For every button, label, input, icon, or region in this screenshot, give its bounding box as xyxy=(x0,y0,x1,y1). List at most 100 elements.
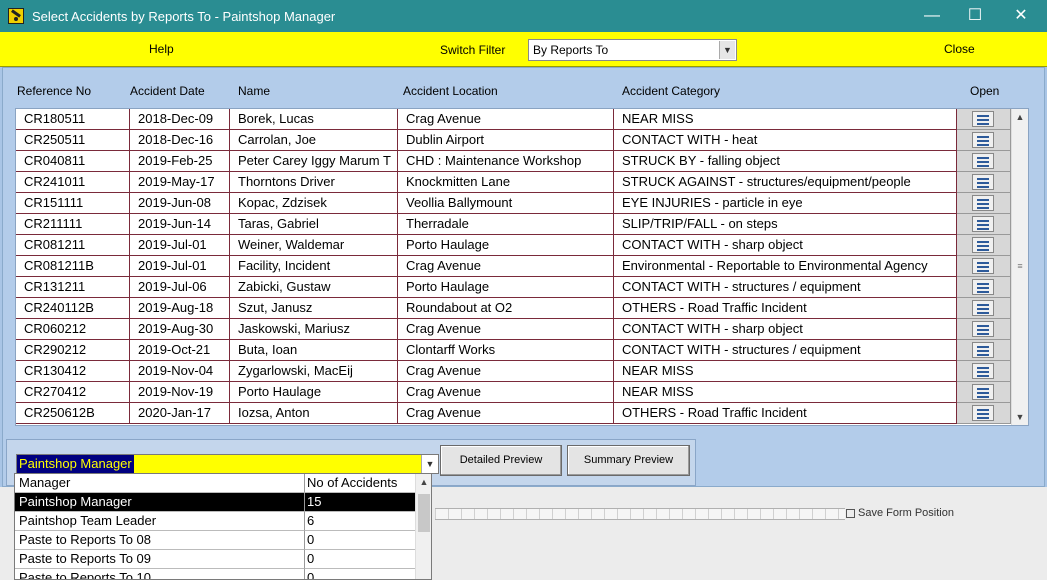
scroll-grip-icon[interactable]: ≡ xyxy=(1015,261,1025,271)
cell-name[interactable]: Zabicki, Gustaw xyxy=(230,277,398,298)
list-item[interactable]: Paste to Reports To 08 0 xyxy=(15,531,415,550)
scroll-thumb[interactable] xyxy=(418,494,430,532)
cell-name[interactable]: Thorntons Driver xyxy=(230,172,398,193)
list-item[interactable]: Paintshop Manager 15 xyxy=(15,493,415,512)
summary-preview-button[interactable]: Summary Preview xyxy=(567,445,690,476)
cell-category[interactable]: CONTACT WITH - structures / equipment xyxy=(614,340,957,361)
cell-ref[interactable]: CR241011 xyxy=(16,172,130,193)
cell-name[interactable]: Weiner, Waldemar xyxy=(230,235,398,256)
cell-category[interactable]: NEAR MISS xyxy=(614,361,957,382)
cell-location[interactable]: Crag Avenue xyxy=(398,319,614,340)
open-record-icon[interactable] xyxy=(972,258,994,274)
cell-ref[interactable]: CR081211B xyxy=(16,256,130,277)
scroll-up-icon[interactable]: ▲ xyxy=(416,474,431,490)
cell-location[interactable]: Knockmitten Lane xyxy=(398,172,614,193)
cell-name[interactable]: Carrolan, Joe xyxy=(230,130,398,151)
cell-category[interactable]: CONTACT WITH - structures / equipment xyxy=(614,277,957,298)
table-row[interactable]: CR180511 2018-Dec-09 Borek, Lucas Crag Aven… xyxy=(16,109,1028,130)
cell-location[interactable]: Crag Avenue xyxy=(398,403,614,424)
close-link[interactable]: Close xyxy=(944,42,975,56)
manager-dropdown-list[interactable]: Manager No of Accidents Paintshop Manage… xyxy=(14,473,432,580)
cell-ref[interactable]: CR060212 xyxy=(16,319,130,340)
cell-date[interactable]: 2019-Nov-19 xyxy=(130,382,230,403)
cell-date[interactable]: 2020-Jan-17 xyxy=(130,403,230,424)
list-item[interactable]: Paintshop Team Leader 6 xyxy=(15,512,415,531)
minimize-button[interactable]: — xyxy=(909,0,955,32)
cell-date[interactable]: 2019-Jul-06 xyxy=(130,277,230,298)
table-row[interactable]: CR241011 2019-May-17 Thorntons Driver Knock… xyxy=(16,172,1028,193)
open-record-icon[interactable] xyxy=(972,279,994,295)
cell-ref[interactable]: CR131211 xyxy=(16,277,130,298)
cell-name[interactable]: Kopac, Zdzisek xyxy=(230,193,398,214)
cell-date[interactable]: 2019-Feb-25 xyxy=(130,151,230,172)
list-item[interactable]: Paste to Reports To 09 0 xyxy=(15,550,415,569)
open-record-icon[interactable] xyxy=(972,405,994,421)
cell-category[interactable]: SLIP/TRIP/FALL - on steps xyxy=(614,214,957,235)
table-row[interactable]: CR081211B 2019-Jul-01 Facility, Incident Cr… xyxy=(16,256,1028,277)
cell-name[interactable]: Facility, Incident xyxy=(230,256,398,277)
cell-name[interactable]: Peter Carey Iggy Marum T xyxy=(230,151,398,172)
scroll-down-icon[interactable]: ▼ xyxy=(1012,409,1028,425)
cell-category[interactable]: CONTACT WITH - heat xyxy=(614,130,957,151)
cell-ref[interactable]: CR151111 xyxy=(16,193,130,214)
cell-category[interactable]: NEAR MISS xyxy=(614,109,957,130)
cell-name[interactable]: Porto Haulage xyxy=(230,382,398,403)
cell-category[interactable]: NEAR MISS xyxy=(614,382,957,403)
cell-date[interactable]: 2019-May-17 xyxy=(130,172,230,193)
cell-location[interactable]: Roundabout at O2 xyxy=(398,298,614,319)
cell-date[interactable]: 2019-Nov-04 xyxy=(130,361,230,382)
table-row[interactable]: CR250612B 2020-Jan-17 Iozsa, Anton Crag Ave… xyxy=(16,403,1028,424)
cell-location[interactable]: Crag Avenue xyxy=(398,382,614,403)
maximize-button[interactable]: ☐ xyxy=(952,0,998,32)
open-record-icon[interactable] xyxy=(972,174,994,190)
cell-date[interactable]: 2019-Jul-01 xyxy=(130,256,230,277)
open-record-icon[interactable] xyxy=(972,195,994,211)
cell-location[interactable]: Porto Haulage xyxy=(398,277,614,298)
open-record-icon[interactable] xyxy=(972,237,994,253)
cell-name[interactable]: Iozsa, Anton xyxy=(230,403,398,424)
cell-category[interactable]: CONTACT WITH - sharp object xyxy=(614,235,957,256)
cell-name[interactable]: Buta, Ioan xyxy=(230,340,398,361)
open-record-icon[interactable] xyxy=(972,216,994,232)
cell-category[interactable]: STRUCK AGAINST - structures/equipment/pe… xyxy=(614,172,957,193)
cell-location[interactable]: Clontarff Works xyxy=(398,340,614,361)
cell-category[interactable]: OTHERS - Road Traffic Incident xyxy=(614,403,957,424)
cell-ref[interactable]: CR211111 xyxy=(16,214,130,235)
cell-ref[interactable]: CR180511 xyxy=(16,109,130,130)
cell-ref[interactable]: CR250612B xyxy=(16,403,130,424)
cell-location[interactable]: Crag Avenue xyxy=(398,256,614,277)
open-record-icon[interactable] xyxy=(972,321,994,337)
cell-date[interactable]: 2019-Aug-30 xyxy=(130,319,230,340)
table-row[interactable]: CR151111 2019-Jun-08 Kopac, Zdzisek Veollia… xyxy=(16,193,1028,214)
open-record-icon[interactable] xyxy=(972,363,994,379)
cell-name[interactable]: Jaskowski, Mariusz xyxy=(230,319,398,340)
cell-ref[interactable]: CR250511 xyxy=(16,130,130,151)
cell-name[interactable]: Taras, Gabriel xyxy=(230,214,398,235)
cell-category[interactable]: OTHERS - Road Traffic Incident xyxy=(614,298,957,319)
list-item[interactable]: Paste to Reports To 10 0 xyxy=(15,569,415,579)
table-row[interactable]: CR081211 2019-Jul-01 Weiner, Waldemar Porto… xyxy=(16,235,1028,256)
cell-date[interactable]: 2019-Oct-21 xyxy=(130,340,230,361)
cell-location[interactable]: Therradale xyxy=(398,214,614,235)
open-record-icon[interactable] xyxy=(972,384,994,400)
cell-name[interactable]: Zygarlowski, MacEij xyxy=(230,361,398,382)
table-row[interactable]: CR240112B 2019-Aug-18 Szut, Janusz Roundabo… xyxy=(16,298,1028,319)
cell-location[interactable]: Dublin Airport xyxy=(398,130,614,151)
cell-date[interactable]: 2019-Jun-08 xyxy=(130,193,230,214)
chevron-down-icon[interactable]: ▼ xyxy=(421,455,438,473)
cell-ref[interactable]: CR290212 xyxy=(16,340,130,361)
cell-date[interactable]: 2018-Dec-16 xyxy=(130,130,230,151)
cell-name[interactable]: Borek, Lucas xyxy=(230,109,398,130)
cell-ref[interactable]: CR081211 xyxy=(16,235,130,256)
table-row[interactable]: CR131211 2019-Jul-06 Zabicki, Gustaw Porto … xyxy=(16,277,1028,298)
cell-ref[interactable]: CR130412 xyxy=(16,361,130,382)
switch-filter-select[interactable]: By Reports To ▼ xyxy=(528,39,737,61)
cell-date[interactable]: 2019-Jul-01 xyxy=(130,235,230,256)
cell-date[interactable]: 2019-Jun-14 xyxy=(130,214,230,235)
cell-ref[interactable]: CR040811 xyxy=(16,151,130,172)
scroll-up-icon[interactable]: ▲ xyxy=(1012,109,1028,125)
open-record-icon[interactable] xyxy=(972,153,994,169)
cell-location[interactable]: Veollia Ballymount xyxy=(398,193,614,214)
open-record-icon[interactable] xyxy=(972,342,994,358)
open-record-icon[interactable] xyxy=(972,300,994,316)
